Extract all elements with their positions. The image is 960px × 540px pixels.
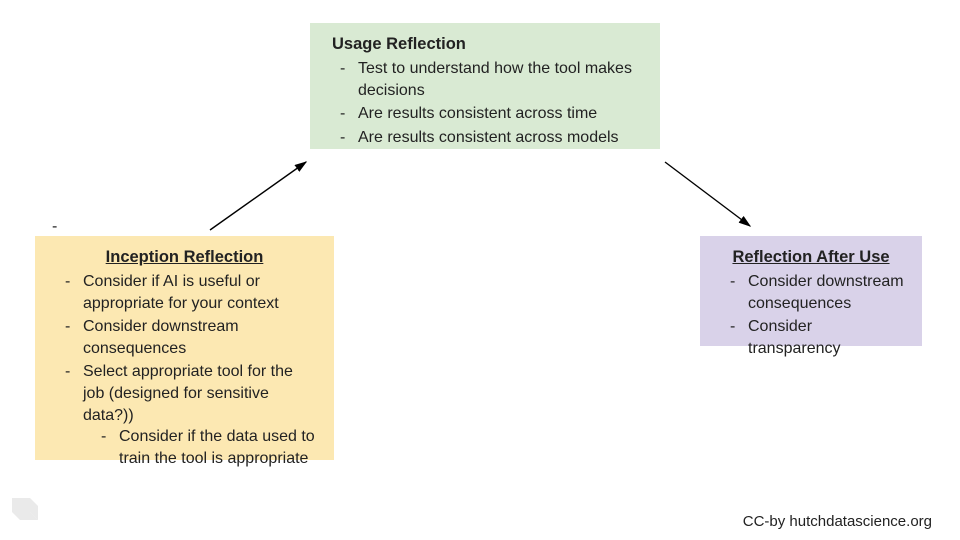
list-item: Consider if AI is useful or appropriate … (51, 271, 318, 314)
list-item: Are results consistent across time (326, 103, 644, 125)
inception-list: Consider if AI is useful or appropriate … (51, 271, 318, 469)
arrow-usage-to-after (665, 162, 750, 226)
inception-sublist: Consider if the data used to train the t… (83, 426, 318, 469)
list-item: Consider downstream consequences (51, 316, 318, 359)
inception-reflection-box: Inception Reflection Consider if AI is u… (35, 236, 334, 460)
inception-title: Inception Reflection (51, 248, 318, 267)
after-title: Reflection After Use (716, 248, 906, 267)
list-item: Test to understand how the tool makes de… (326, 58, 644, 101)
reflection-after-use-box: Reflection After Use Consider downstream… (700, 236, 922, 346)
arrow-inception-to-usage (210, 162, 306, 230)
stray-dash: - (52, 218, 57, 236)
after-list: Consider downstream consequences Conside… (716, 271, 906, 359)
logo-icon (8, 490, 52, 534)
list-item: Are results consistent across models (326, 127, 644, 149)
list-item: Consider transparency (716, 316, 906, 359)
list-item: Select appropriate tool for the job (des… (51, 361, 318, 469)
list-item: Consider if the data used to train the t… (83, 426, 318, 469)
usage-reflection-box: Usage Reflection Test to understand how … (310, 23, 660, 149)
usage-list: Test to understand how the tool makes de… (326, 58, 644, 148)
list-item: Consider downstream consequences (716, 271, 906, 314)
usage-title: Usage Reflection (326, 35, 644, 54)
attribution-text: CC-by hutchdatascience.org (743, 513, 932, 530)
